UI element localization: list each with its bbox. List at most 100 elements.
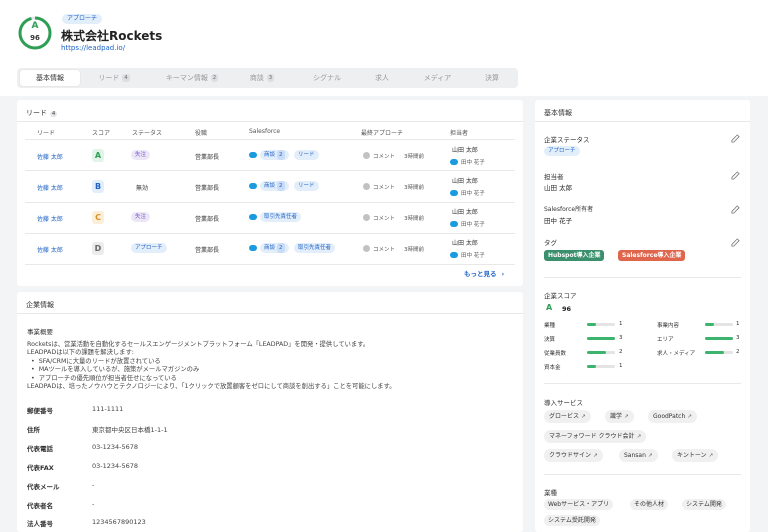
col-salesforce: Salesforce (249, 128, 281, 135)
tab-deals[interactable]: 商談 3 (237, 70, 287, 86)
score-metric-bar-fill (587, 351, 606, 354)
tab-keyman[interactable]: キーマン情報 2 (157, 70, 227, 86)
salesforce-cloud-icon (450, 159, 458, 165)
email-label: 代表メール (27, 483, 60, 491)
tags-label: タグ (544, 239, 557, 247)
sf-owner-name: 田中 花子 (461, 253, 485, 259)
lead-grade: B (92, 180, 104, 193)
score-metric-label: 業種 (544, 323, 556, 329)
external-link-icon: ↗ (708, 453, 714, 459)
score-metric-bar (705, 323, 733, 326)
sf-deal-badge[interactable]: 商談 2 (260, 181, 289, 191)
company-status-badge: アプローチ (544, 146, 580, 156)
lead-status: アプローチ (131, 243, 167, 253)
tab-leads[interactable]: リード 4 (83, 70, 145, 86)
industry-chip: システム受託開発 (544, 515, 600, 526)
approach-type: コメント (373, 154, 396, 160)
external-link-icon: ↗ (624, 414, 629, 420)
company-status-label: 企業ステータス (544, 136, 590, 144)
service-chip[interactable]: グロービス ↗ (544, 410, 591, 423)
lead-role: 営業部長 (195, 247, 220, 254)
postal-code-value: 111-1111 (92, 405, 124, 413)
service-chip[interactable]: キントーン ↗ (672, 449, 719, 462)
score-metric-label: エリア (657, 337, 674, 343)
col-status: ステータス (132, 130, 163, 137)
col-score: スコア (92, 130, 111, 137)
lead-grade: C (92, 211, 104, 224)
show-more-link[interactable]: もっと見る › (464, 268, 504, 278)
edit-icon[interactable] (731, 134, 740, 143)
sf-deal-badge[interactable]: 商談 2 (260, 243, 289, 253)
score-metric-value: 2 (736, 349, 740, 355)
tab-bar: 基本情報 リード 4 キーマン情報 2 商談 3 シグナル 求人 メディア 決算 (17, 68, 518, 88)
lead-name-link[interactable]: 佐藤 太郎 (37, 152, 63, 161)
sf-lead-badge[interactable]: リード (294, 181, 319, 191)
sf-owner-name: 田中 花子 (461, 191, 485, 197)
tab-signals[interactable]: シグナル (302, 70, 352, 86)
tab-financials[interactable]: 決算 (472, 70, 512, 86)
sf-contact-badge[interactable]: 取引先責任者 (294, 243, 336, 253)
approach-time: 3時間前 (404, 247, 424, 253)
owner-name: 山田 太郎 (452, 240, 478, 247)
score-metric-bar (705, 351, 733, 354)
service-chip[interactable]: マネーフォワード クラウド会計 ↗ (544, 430, 647, 443)
edit-icon[interactable] (731, 238, 740, 247)
score-metric-label: 事業内容 (657, 323, 680, 329)
salesforce-cloud-icon (450, 190, 458, 196)
owner-label: 担当者 (544, 173, 564, 181)
company-header: A 96 アプローチ 株式会社Rockets https://leadpad.i… (0, 0, 768, 96)
edit-icon[interactable] (731, 171, 740, 180)
sf-deal-badge[interactable]: 商談 2 (260, 150, 289, 160)
chevron-right-icon: › (501, 270, 505, 278)
company-score-grade: A (546, 303, 553, 312)
phone-value: 03-1234-5678 (92, 443, 139, 451)
tag-hubspot[interactable]: Hubspot導入企業 (544, 250, 605, 261)
score-metric-bar-fill (587, 337, 615, 340)
tab-basic-info[interactable]: 基本情報 (20, 70, 80, 86)
company-info-title: 企業情報 (26, 301, 54, 309)
service-chip[interactable]: Sansan ↗ (619, 449, 658, 462)
owner-name: 山田 太郎 (452, 209, 478, 216)
approach-type: コメント (373, 216, 396, 222)
comment-icon (363, 183, 370, 190)
sf-lead-badge[interactable]: リード (294, 150, 319, 160)
company-score-label: 企業スコア (544, 292, 577, 300)
services-label: 導入サービス (544, 399, 583, 407)
score-metric-value: 3 (619, 335, 623, 341)
tab-count: 4 (122, 74, 130, 82)
score-metric-label: 資本金 (544, 365, 561, 371)
lead-status: 無効 (136, 185, 149, 192)
sf-owner-label: Salesforce所有者 (544, 206, 594, 213)
lead-role: 営業部長 (195, 216, 220, 223)
col-role: 役職 (195, 130, 208, 137)
score-metric-value: 2 (619, 349, 623, 355)
service-chip[interactable]: クラウドサイン ↗ (544, 449, 603, 462)
salesforce-cloud-icon (249, 183, 257, 189)
lead-name-link[interactable]: 佐藤 太郎 (37, 183, 63, 192)
lead-grade: A (92, 149, 104, 162)
service-chip[interactable]: 識学 ↗ (605, 410, 634, 423)
score-metric-bar-fill (705, 351, 724, 354)
lead-status: 失注 (131, 212, 151, 222)
company-url-link[interactable]: https://leadpad.io/ (61, 44, 125, 52)
score-metric-bar-fill (587, 365, 597, 368)
score-metric-bar (587, 323, 615, 326)
basic-info-sidebar: 基本情報 企業ステータス アプローチ 担当者 山田 太郎 Salesforce所… (535, 100, 750, 532)
sf-contact-badge[interactable]: 取引先責任者 (260, 212, 302, 222)
tab-media[interactable]: メディア (415, 70, 460, 86)
lead-name-link[interactable]: 佐藤 太郎 (37, 245, 63, 254)
edit-icon[interactable] (731, 205, 740, 214)
score-metric-bar-fill (705, 323, 715, 326)
sidebar-title: 基本情報 (544, 109, 572, 117)
service-chip[interactable]: GoodPatch ↗ (648, 410, 697, 423)
tab-jobs[interactable]: 求人 (362, 70, 402, 86)
lead-role: 営業部長 (195, 154, 220, 161)
comment-icon (363, 152, 370, 159)
score-metric-bar-fill (587, 323, 597, 326)
lead-status: 失注 (131, 150, 151, 160)
lead-name-link[interactable]: 佐藤 太郎 (37, 214, 63, 223)
lead-role: 営業部長 (195, 185, 220, 192)
industry-chip: システム開発 (682, 499, 726, 510)
tag-salesforce[interactable]: Salesforce導入企業 (618, 250, 686, 261)
col-last-approach: 最終アプローチ (361, 130, 404, 137)
